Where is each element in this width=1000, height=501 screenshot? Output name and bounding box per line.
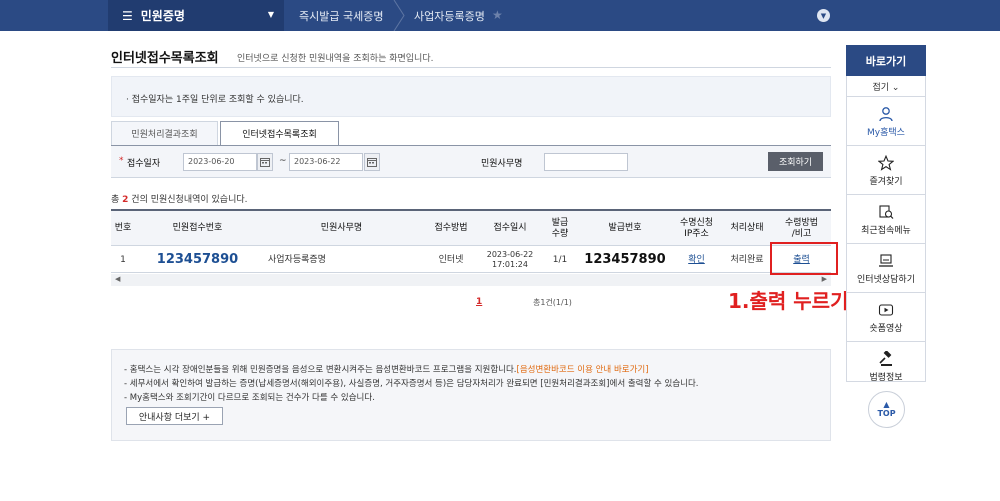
more-info-button[interactable]: 안내사항 더보기 + bbox=[126, 407, 223, 425]
quick-item-label: 법령정보 bbox=[869, 373, 903, 383]
print-highlight-box bbox=[770, 242, 838, 275]
quick-item-my-hometax[interactable]: My홈택스 bbox=[847, 98, 925, 146]
cell-issue-no: 123457890 bbox=[584, 251, 666, 267]
scroll-right-icon[interactable]: ▶ bbox=[822, 275, 827, 283]
breadcrumb-item-business-cert[interactable]: 사업자등록증명 bbox=[414, 0, 485, 31]
cell-date-time: 17:01:24 bbox=[492, 259, 528, 269]
page-number-current[interactable]: 1 bbox=[476, 297, 482, 307]
info-note: · 접수일자는 1주일 단위로 조회할 수 있습니다. bbox=[126, 95, 304, 105]
calendar-icon[interactable] bbox=[364, 153, 380, 171]
notice-line-2: - 세무서에서 확인하여 발급하는 증명(납세증명서(해외이주용), 사실증명,… bbox=[124, 379, 699, 389]
header-office-name: 민원사무명 bbox=[320, 223, 363, 233]
date-from-input[interactable]: 2023-06-20 bbox=[183, 153, 257, 171]
cell-date: 2023-06-22 17:01:24 bbox=[479, 246, 541, 273]
cell-ip: 확인 bbox=[671, 246, 722, 273]
hamburger-icon: ☰ bbox=[122, 8, 133, 23]
annotation-text: 1.출력 누르기 bbox=[728, 289, 849, 313]
date-label: 접수일자 bbox=[127, 159, 161, 169]
cell-office-name: 사업자등록증명 bbox=[268, 254, 326, 265]
top-navigation-bar: ☰ 민원증명 ▼ 즉시발급 국세증명 사업자등록증명 ★ ▼ bbox=[0, 0, 1000, 32]
chevron-down-icon[interactable]: ▼ bbox=[817, 9, 830, 22]
quick-item-short-video[interactable]: 숏폼영상 bbox=[847, 294, 925, 342]
header-receipt-no: 민원접수번호 bbox=[172, 223, 223, 233]
quick-item-favorites[interactable]: 즐겨찾기 bbox=[847, 147, 925, 195]
page-description: 인터넷으로 신청한 민원내역을 조회하는 화면입니다. bbox=[237, 54, 434, 64]
calendar-icon[interactable] bbox=[257, 153, 273, 171]
menu-label: 민원증명 bbox=[140, 9, 185, 23]
scroll-left-icon[interactable]: ◀ bbox=[115, 275, 120, 283]
breadcrumb-separator-icon bbox=[393, 0, 405, 32]
table-row: 1 123457890 사업자등록증명 인터넷 2023-06-22 17:01… bbox=[111, 246, 831, 273]
header-receive: 수령방법 /비고 bbox=[784, 217, 819, 239]
search-form: * 접수일자 2023-06-20 ~ 2023-06-22 민원사무명 조회하… bbox=[111, 146, 831, 178]
notice-line-3: - My홈택스와 조회기간이 다르므로 조회되는 건수가 다를 수 있습니다. bbox=[124, 393, 375, 403]
title-divider bbox=[111, 67, 831, 68]
horizontal-scrollbar[interactable]: ◀ ▶ bbox=[111, 274, 831, 286]
header-status: 처리상태 bbox=[730, 223, 764, 233]
quick-item-consult[interactable]: 인터넷상담하기 bbox=[847, 245, 925, 293]
arrow-up-icon: ▲ bbox=[883, 400, 890, 409]
table-header: 번호 민원접수번호 민원사무명 접수방법 접수일시 발급 수량 발급번호 수명신… bbox=[111, 211, 831, 246]
page-title: 인터넷접수목록조회 bbox=[111, 51, 219, 66]
scroll-to-top-button[interactable]: ▲ TOP bbox=[868, 391, 905, 428]
cell-no: 1 bbox=[120, 254, 126, 265]
consult-icon bbox=[879, 253, 893, 267]
star-icon[interactable]: ★ bbox=[492, 8, 503, 22]
quick-item-label: 최근접속메뉴 bbox=[861, 225, 911, 236]
recent-menu-icon bbox=[879, 204, 894, 219]
quick-item-label: 즐겨찾기 bbox=[869, 176, 903, 187]
header-ip: 수명신청 IP주소 bbox=[679, 217, 714, 239]
header-date: 접수일시 bbox=[493, 223, 527, 233]
fold-button[interactable]: 접기 ⌄ bbox=[847, 77, 925, 97]
result-count: 총 2 건의 민원신청내역이 있습니다. bbox=[111, 192, 248, 205]
info-box: · 접수일자는 1주일 단위로 조회할 수 있습니다. bbox=[111, 76, 831, 117]
cell-date-day: 2023-06-22 bbox=[486, 249, 534, 259]
voice-barcode-link[interactable]: [음성변환바코드 이용 안내 바로가기] bbox=[517, 365, 649, 375]
search-button[interactable]: 조회하기 bbox=[768, 152, 823, 171]
date-to-input[interactable]: 2023-06-22 bbox=[289, 153, 363, 171]
video-icon bbox=[878, 303, 894, 316]
header-no: 번호 bbox=[114, 223, 132, 233]
caret-down-icon: ▼ bbox=[267, 10, 274, 19]
office-name-label: 민원사무명 bbox=[481, 159, 523, 169]
person-icon bbox=[879, 106, 893, 121]
notice-box: - 홈택스는 시각 장애인분들을 위해 민원증명을 음성으로 변환시켜주는 음성… bbox=[111, 349, 831, 441]
pagination-info: 총1건(1/1) bbox=[533, 298, 572, 307]
notice-line-1-text: - 홈택스는 시각 장애인분들을 위해 민원증명을 음성으로 변환시켜주는 음성… bbox=[124, 365, 517, 375]
cell-method: 인터넷 bbox=[438, 254, 464, 265]
ip-confirm-link[interactable]: 확인 bbox=[688, 255, 705, 265]
quick-menu-panel: 바로가기 접기 ⌄ My홈택스 즐겨찾기 최근접속메뉴 인터넷상담하기 숏폼영상… bbox=[846, 45, 926, 383]
header-method: 접수방법 bbox=[434, 223, 468, 233]
result-suffix: 건의 민원신청내역이 있습니다. bbox=[128, 195, 248, 205]
cell-receipt-no[interactable]: 123457890 bbox=[135, 246, 260, 273]
result-prefix: 총 bbox=[111, 195, 123, 205]
header-qty: 발급 수량 bbox=[551, 217, 569, 239]
date-range-separator: ~ bbox=[279, 156, 287, 166]
required-mark: * bbox=[119, 156, 124, 166]
star-icon bbox=[878, 154, 894, 171]
breadcrumb-item-instant-issue[interactable]: 즉시발급 국세증명 bbox=[299, 0, 383, 31]
quick-item-label: 인터넷상담하기 bbox=[857, 274, 915, 285]
header-issue-no: 발급번호 bbox=[608, 223, 642, 233]
cell-qty: 1/1 bbox=[552, 254, 568, 265]
notice-line-1: - 홈택스는 시각 장애인분들을 위해 민원증명을 음성으로 변환시켜주는 음성… bbox=[124, 363, 649, 375]
quick-item-recent-menu[interactable]: 최근접속메뉴 bbox=[847, 196, 925, 244]
gavel-icon bbox=[879, 351, 892, 366]
quick-item-law-info[interactable]: 법령정보 bbox=[847, 343, 925, 391]
menu-dropdown-button[interactable]: ☰ 민원증명 ▼ bbox=[108, 0, 284, 31]
quick-menu-title: 바로가기 bbox=[846, 45, 926, 76]
top-label: TOP bbox=[877, 409, 896, 418]
quick-item-label: 숏폼영상 bbox=[869, 323, 903, 334]
tab-result-inquiry[interactable]: 민원처리결과조회 bbox=[111, 121, 218, 145]
quick-item-label: My홈택스 bbox=[867, 127, 905, 138]
office-name-input[interactable] bbox=[544, 153, 628, 171]
cell-status: 처리완료 bbox=[730, 254, 764, 265]
tab-internet-receipt-list[interactable]: 인터넷접수목록조회 bbox=[220, 121, 339, 145]
